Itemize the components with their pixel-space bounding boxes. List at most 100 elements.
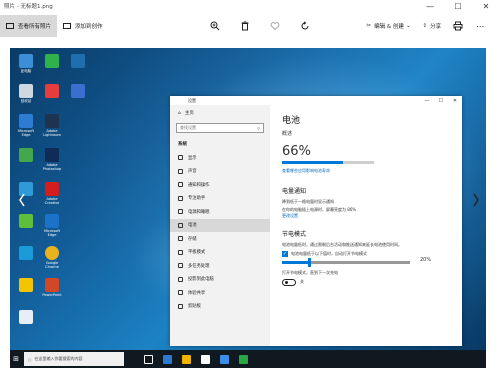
desktop-icon[interactable] (14, 246, 38, 260)
home-label: 主页 (184, 111, 194, 116)
desktop-icon[interactable]: Microsoft Edge (14, 114, 38, 137)
view-all-photos-button[interactable]: 查看所有照片 (0, 15, 58, 37)
add-creation-icon (63, 23, 72, 29)
settings-title-bar: 设置 — ☐ ✕ (170, 96, 462, 105)
rotate-icon (301, 21, 309, 30)
nav-item-shared-experiences[interactable]: 体验共享 (170, 286, 270, 300)
add-to-creation-label: 添加到创作 (75, 24, 103, 30)
trash-icon (241, 21, 249, 31)
file-explorer-icon[interactable] (182, 354, 191, 364)
desktop-icon[interactable] (40, 84, 64, 98)
nav-item-multitasking[interactable]: 多任务处理 (170, 259, 270, 273)
lightroom-icon (45, 114, 59, 128)
nav-item-battery[interactable]: 电池 (170, 218, 270, 232)
desktop-icon[interactable]: Google Chrome (40, 246, 64, 269)
nav-item-sound[interactable]: 声音 (170, 165, 270, 179)
multitasking-icon (178, 263, 183, 269)
more-button[interactable]: ⋯ (469, 15, 491, 37)
recycle-bin-icon (19, 84, 33, 98)
settings-taskbar-icon[interactable] (239, 354, 248, 364)
nav-item-projecting[interactable]: 投影到此电脑 (170, 273, 270, 287)
app-icon (71, 84, 85, 98)
toggle-knob (284, 280, 288, 284)
app-icon (19, 148, 33, 162)
windows-start-icon[interactable]: ⊞ (10, 355, 22, 363)
chevron-left-icon (19, 193, 25, 207)
share-button[interactable]: ⇪ 分享 (417, 15, 448, 37)
taskbar-search-input[interactable]: ○ 在这里输入你要搜索的内容 (24, 352, 124, 366)
tablet-icon (178, 249, 183, 255)
maximize-button[interactable]: ☐ (444, 0, 472, 12)
edge-taskbar-icon[interactable] (163, 354, 172, 364)
search-placeholder: 查找设置 (180, 125, 196, 130)
settings-search-input[interactable]: 查找设置 ⚲ (176, 123, 264, 133)
slider-thumb[interactable] (307, 258, 311, 267)
desktop-icon[interactable] (14, 214, 38, 228)
delete-button[interactable] (234, 15, 256, 37)
nav-item-storage[interactable]: 存储 (170, 232, 270, 246)
desktop-icon[interactable]: Microsoft Edge (40, 214, 64, 237)
battery-usage-link[interactable]: 查看哪些应用影响电池寿命 (282, 168, 450, 174)
view-all-photos-label: 查看所有照片 (18, 24, 52, 30)
adobe-creative-icon (45, 182, 59, 196)
battery-saver-text: 电池电量低时，通过限制后台活动和推送通知来延长电池使用时间。 (282, 241, 402, 247)
nav-item-focus-assist[interactable]: 专注助手 (170, 192, 270, 206)
nav-item-clipboard[interactable]: 剪贴板 (170, 300, 270, 314)
battery-percentage: 66% (282, 143, 311, 159)
desktop-icon[interactable] (14, 310, 38, 324)
desktop-icon[interactable]: Adobe Lightroom (40, 114, 64, 137)
nav-item-tablet-mode[interactable]: 平板模式 (170, 246, 270, 260)
nav-item-notifications[interactable]: 通知和操作 (170, 178, 270, 192)
edit-create-button[interactable]: ✂ 编辑 & 创建 ⌄ (361, 15, 417, 37)
task-view-icon[interactable] (144, 354, 153, 364)
desktop-icon[interactable] (66, 54, 90, 68)
saver-threshold-slider[interactable] (282, 258, 410, 267)
this-pc-icon (19, 54, 33, 68)
more-icon: ⋯ (476, 21, 485, 31)
app-icon (19, 310, 33, 324)
saver-threshold-value: 20% (420, 256, 432, 263)
mail-icon[interactable] (220, 354, 229, 364)
printer-icon (453, 21, 463, 31)
photos-icon (6, 23, 14, 29)
app-icon (45, 84, 59, 98)
saver-toggle[interactable] (282, 278, 296, 286)
print-button[interactable] (447, 15, 469, 37)
minimize-button[interactable]: — (416, 0, 444, 12)
settings-home-link[interactable]: ⌂ 主页 (170, 105, 270, 121)
favorite-button[interactable] (264, 15, 286, 37)
home-icon: ⌂ (178, 110, 181, 116)
previous-arrow[interactable] (16, 188, 28, 212)
add-to-creation-button[interactable]: 添加到创作 (57, 15, 109, 37)
desktop-icon[interactable] (66, 84, 90, 98)
desktop-icon[interactable]: 此电脑 (14, 54, 38, 73)
storage-icon (178, 236, 183, 242)
desktop-icon[interactable]: PowerPoint (40, 278, 64, 297)
zoom-in-button[interactable] (204, 15, 226, 37)
desktop-icon[interactable] (14, 278, 38, 292)
nav-item-display[interactable]: 显示 (170, 151, 270, 165)
edit-create-label: 编辑 & 创建 (374, 24, 404, 30)
close-button[interactable]: ✕ (472, 0, 500, 12)
slider-fill (282, 261, 308, 264)
store-icon[interactable] (201, 354, 210, 364)
settings-minimize-button[interactable]: — (420, 98, 434, 104)
rotate-button[interactable] (294, 15, 316, 37)
settings-maximize-button[interactable]: ☐ (434, 98, 448, 104)
desktop-icon[interactable]: 回收站 (14, 84, 38, 103)
taskbar: ⊞ ○ 在这里输入你要搜索的内容 (10, 350, 486, 368)
change-settings-link[interactable]: 更改设置 (282, 213, 450, 219)
settings-title: 设置 (188, 97, 196, 103)
desktop-icon[interactable] (14, 148, 38, 162)
nav-item-power[interactable]: 电源和睡眠 (170, 205, 270, 219)
checkmark-icon: ✓ (282, 251, 288, 257)
share-label: 分享 (430, 24, 442, 30)
section-label: 系统 (178, 142, 187, 147)
share-icon: ⇪ (422, 23, 428, 29)
settings-close-button[interactable]: ✕ (448, 98, 462, 104)
desktop-icon[interactable] (40, 54, 64, 68)
image-viewer: 此电脑 回收站 Microsoft Edge Adobe Lightroom A… (0, 40, 500, 390)
desktop-icon[interactable]: Adobe Photoshop (40, 148, 64, 171)
next-arrow[interactable] (470, 188, 482, 212)
desktop-icon[interactable]: Adobe Creative (40, 182, 64, 205)
